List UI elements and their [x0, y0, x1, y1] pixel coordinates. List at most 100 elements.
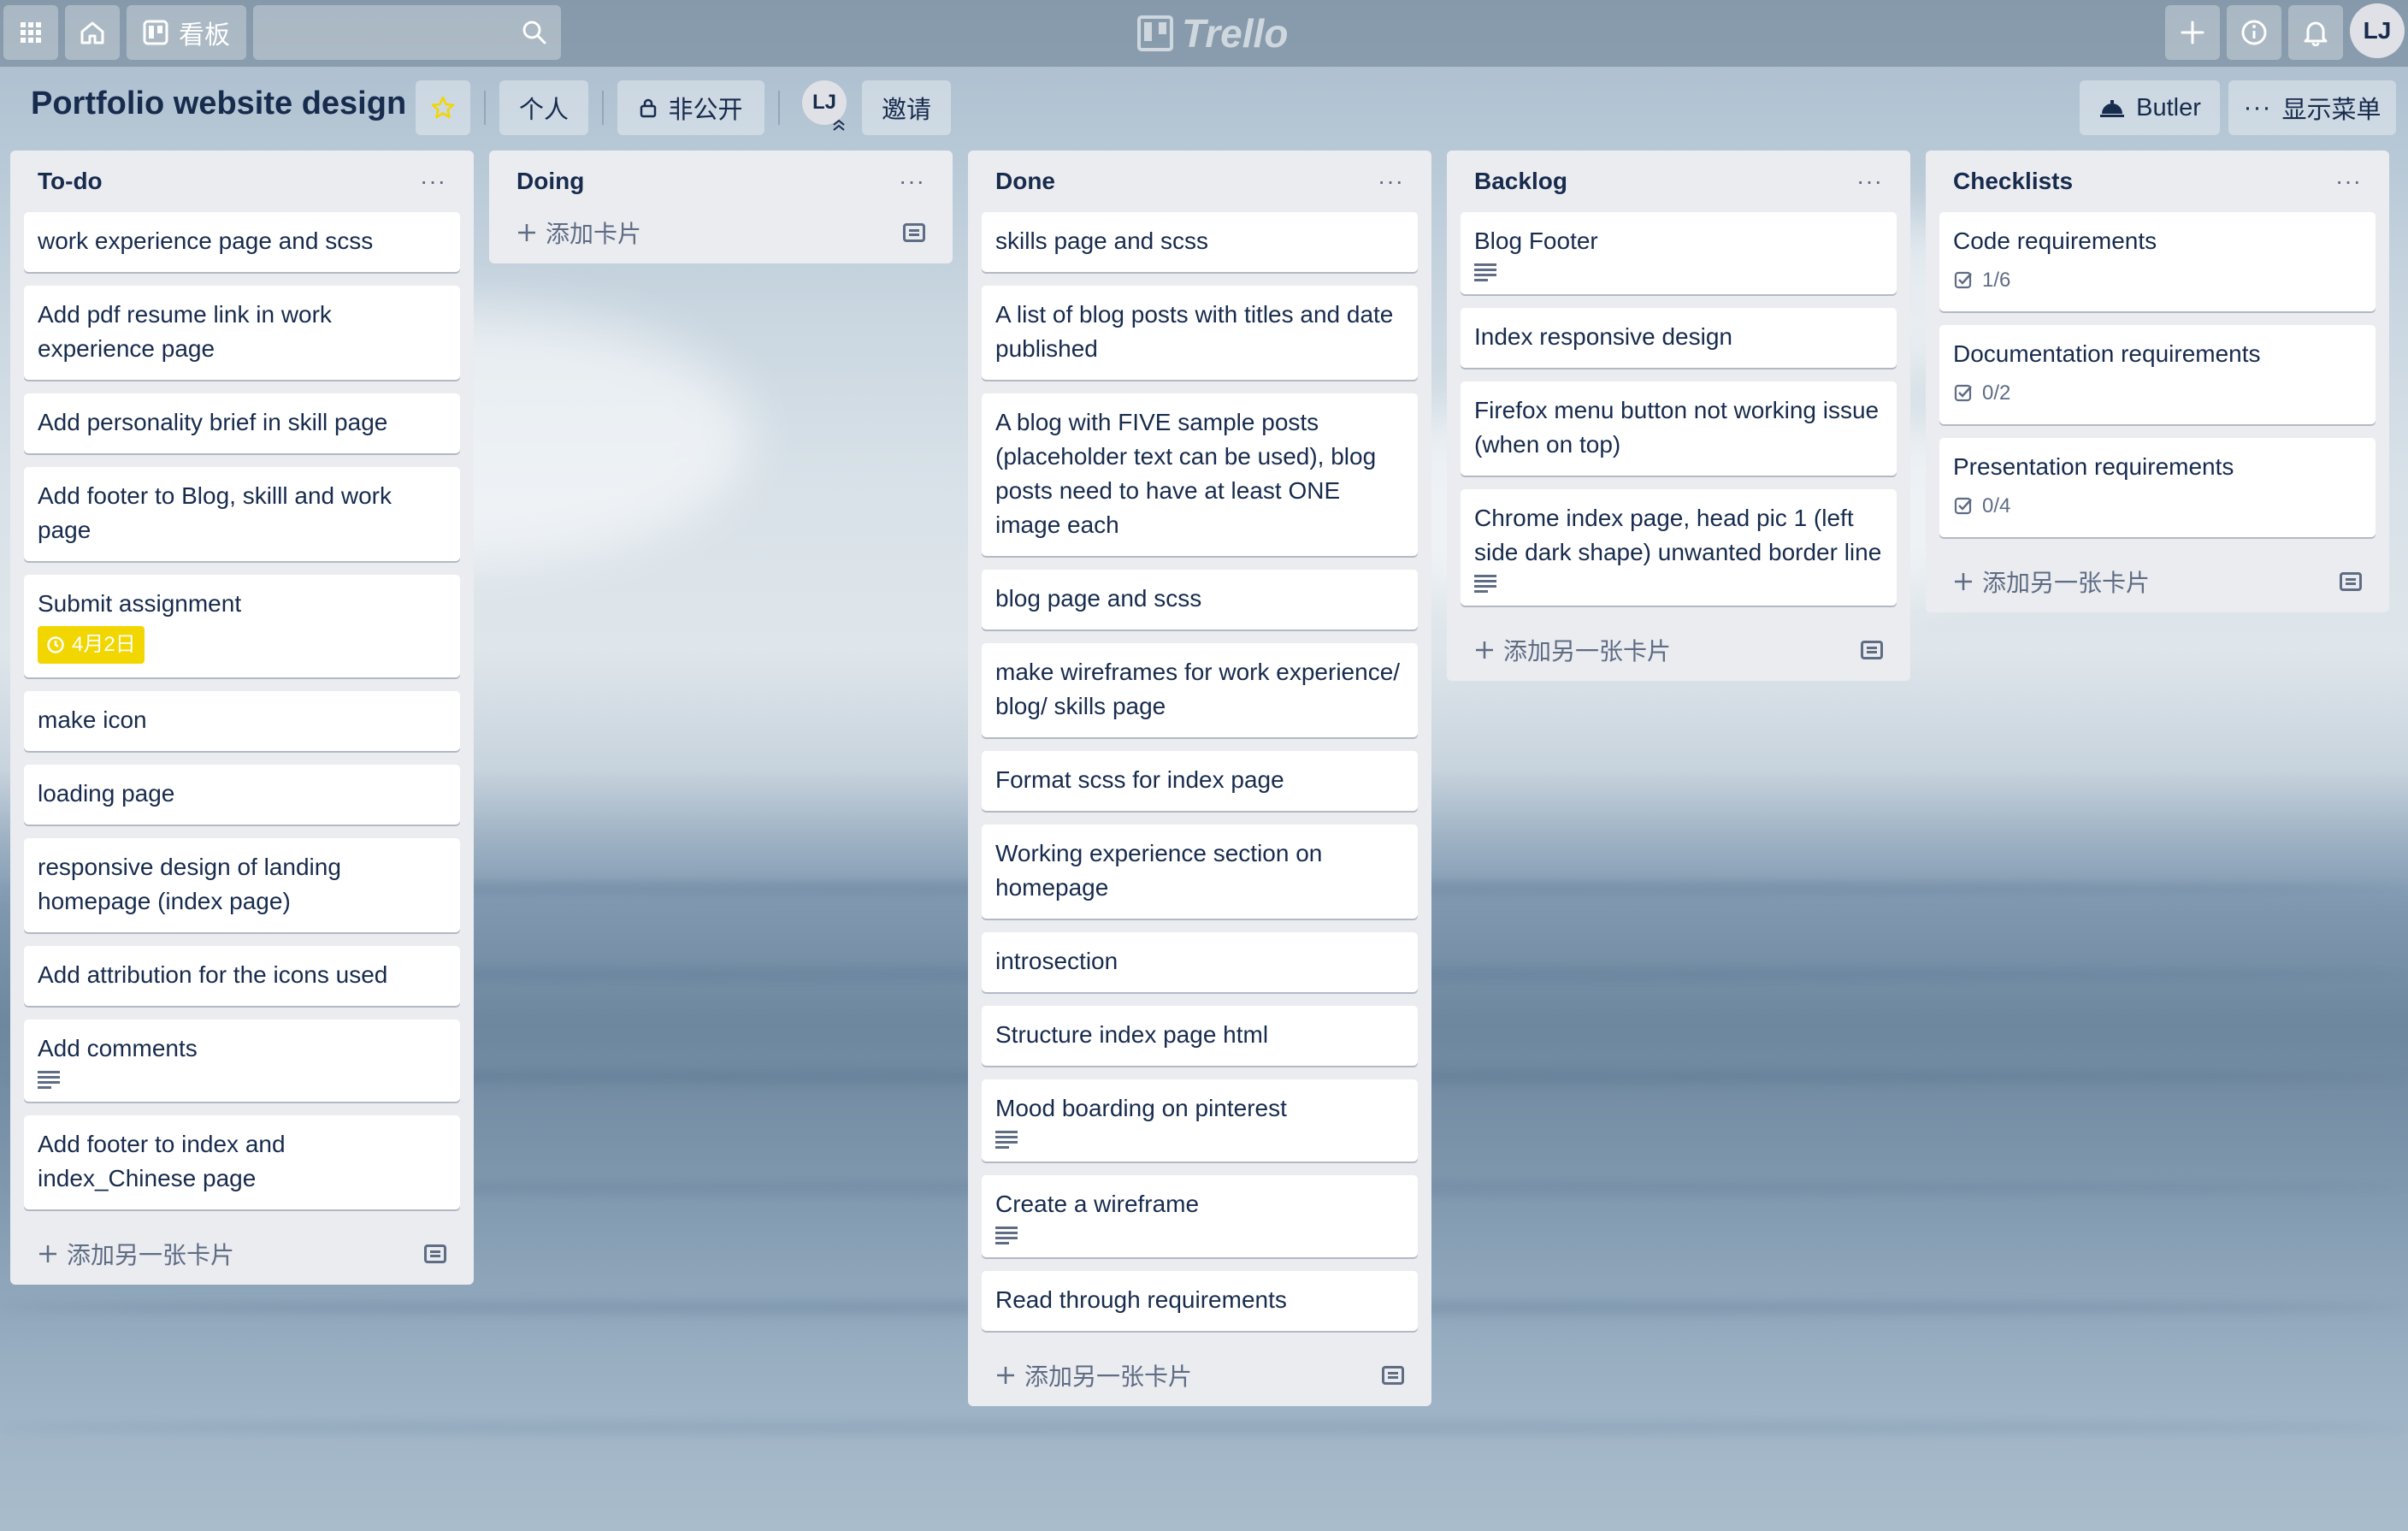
card[interactable]: Format scss for index page	[982, 751, 1418, 811]
card-title: Working experience section on homepage	[995, 840, 1323, 901]
card[interactable]: skills page and scss	[982, 212, 1418, 272]
card[interactable]: Add comments	[24, 1020, 460, 1102]
card[interactable]: Working experience section on homepage	[982, 825, 1418, 919]
star-icon	[431, 96, 455, 119]
admin-chevron-icon	[833, 119, 845, 131]
card[interactable]: make wireframes for work experience/ blo…	[982, 643, 1418, 737]
card[interactable]: Chrome index page, head pic 1 (left side…	[1461, 489, 1897, 606]
card[interactable]: Add footer to index and index_Chinese pa…	[24, 1115, 460, 1209]
show-menu-button[interactable]: ··· 显示菜单	[2228, 80, 2396, 135]
trello-logo[interactable]: Trello	[1137, 9, 1288, 58]
create-button[interactable]	[2165, 5, 2220, 60]
add-card-button[interactable]: 添加另一张卡片	[1953, 565, 2150, 599]
card[interactable]: Blog Footer	[1461, 212, 1897, 294]
card[interactable]: Submit assignment 4月2日	[24, 575, 460, 677]
list-menu-icon[interactable]: ···	[1856, 168, 1883, 195]
plus-icon	[1476, 641, 1493, 659]
card[interactable]: Read through requirements	[982, 1271, 1418, 1331]
visibility-button[interactable]: 非公开	[617, 80, 764, 135]
divider	[602, 91, 604, 125]
card-title: Documentation requirements	[1953, 340, 2261, 367]
checklist-count: 0/2	[1982, 381, 2011, 405]
card-template-icon[interactable]	[424, 1244, 446, 1263]
card[interactable]: Presentation requirements 0/4	[1939, 438, 2376, 537]
add-card-button[interactable]: 添加另一张卡片	[38, 1237, 234, 1271]
list-menu-icon[interactable]: ···	[420, 168, 446, 195]
card-title: blog page and scss	[995, 585, 1202, 612]
add-card-row: 添加另一张卡片	[1939, 551, 2376, 612]
card[interactable]: responsive design of landing homepage (i…	[24, 838, 460, 932]
card[interactable]: Mood boarding on pinterest	[982, 1079, 1418, 1162]
add-card-label: 添加另一张卡片	[67, 1242, 235, 1268]
plus-icon	[997, 1367, 1014, 1384]
card[interactable]: A blog with FIVE sample posts (placehold…	[982, 393, 1418, 556]
card[interactable]: Add attribution for the icons used	[24, 946, 460, 1006]
add-card-row: 添加另一张卡片	[24, 1223, 460, 1285]
card[interactable]: loading page	[24, 765, 460, 825]
card[interactable]: Create a wireframe	[982, 1175, 1418, 1257]
list-title[interactable]: Doing	[516, 168, 584, 195]
card[interactable]: Add personality brief in skill page	[24, 393, 460, 453]
description-icon	[1474, 263, 1496, 281]
list-header: Checklists ···	[1939, 151, 2376, 212]
card-title: Add footer to index and index_Chinese pa…	[38, 1131, 286, 1191]
plus-icon	[2181, 21, 2204, 44]
list-menu-icon[interactable]: ···	[1378, 168, 1404, 195]
card[interactable]: Code requirements 1/6	[1939, 212, 2376, 311]
add-card-label: 添加卡片	[546, 221, 642, 247]
board-title[interactable]: Portfolio website design	[31, 86, 406, 122]
list-title[interactable]: To-do	[38, 168, 103, 195]
card-title: introsection	[995, 948, 1118, 974]
personal-team-button[interactable]: 个人	[499, 80, 588, 135]
apps-grid-button[interactable]	[3, 5, 58, 60]
add-card-button[interactable]: 添加卡片	[516, 216, 641, 250]
top-nav-bar: 看板 Trello LJ	[0, 0, 2408, 67]
butler-bell-icon	[2100, 100, 2125, 117]
card-title: Add attribution for the icons used	[38, 961, 388, 988]
card[interactable]: Structure index page html	[982, 1006, 1418, 1066]
add-card-button[interactable]: 添加另一张卡片	[1474, 633, 1671, 667]
add-card-row: 添加卡片	[503, 207, 939, 258]
home-button[interactable]	[65, 5, 120, 60]
due-date-label: 4月2日	[72, 633, 136, 656]
info-button[interactable]	[2227, 5, 2281, 60]
card-template-icon[interactable]	[1382, 1366, 1404, 1385]
list-title[interactable]: Done	[995, 168, 1055, 195]
card[interactable]: A list of blog posts with titles and dat…	[982, 286, 1418, 380]
list-menu-icon[interactable]: ···	[899, 168, 925, 195]
user-avatar[interactable]: LJ	[2350, 3, 2405, 58]
invite-button[interactable]: 邀请	[862, 80, 951, 135]
list-title[interactable]: Checklists	[1953, 168, 2073, 195]
boards-label: 看板	[179, 21, 230, 50]
list-menu-icon[interactable]: ···	[2335, 168, 2362, 195]
card-template-icon[interactable]	[1861, 641, 1883, 659]
card[interactable]: Add footer to Blog, skilll and work page	[24, 467, 460, 561]
checklist-icon	[1954, 497, 1972, 515]
add-card-button[interactable]: 添加另一张卡片	[995, 1358, 1192, 1392]
checklist-icon	[1954, 384, 1972, 402]
add-card-label: 添加另一张卡片	[1982, 570, 2151, 596]
card[interactable]: introsection	[982, 932, 1418, 992]
card[interactable]: Index responsive design	[1461, 308, 1897, 368]
card[interactable]: Firefox menu button not working issue (w…	[1461, 381, 1897, 476]
card-title: make icon	[38, 706, 147, 733]
member-initials: LJ	[812, 91, 836, 114]
card[interactable]: blog page and scss	[982, 570, 1418, 630]
star-button[interactable]	[416, 80, 470, 135]
butler-button[interactable]: Butler	[2080, 80, 2220, 135]
card[interactable]: Documentation requirements 0/2	[1939, 325, 2376, 424]
card[interactable]: make icon	[24, 691, 460, 751]
card-template-icon[interactable]	[903, 223, 925, 242]
boards-button[interactable]: 看板	[127, 5, 246, 60]
card-title: Blog Footer	[1474, 228, 1598, 254]
due-date-badge[interactable]: 4月2日	[38, 626, 145, 664]
search-input[interactable]	[253, 5, 561, 60]
card[interactable]: work experience page and scss	[24, 212, 460, 272]
card-title: work experience page and scss	[38, 228, 374, 254]
divider	[484, 91, 486, 125]
list-title[interactable]: Backlog	[1474, 168, 1567, 195]
card[interactable]: Add pdf resume link in work experience p…	[24, 286, 460, 380]
card-title: skills page and scss	[995, 228, 1209, 254]
notifications-button[interactable]	[2288, 5, 2343, 60]
card-template-icon[interactable]	[2340, 572, 2362, 591]
